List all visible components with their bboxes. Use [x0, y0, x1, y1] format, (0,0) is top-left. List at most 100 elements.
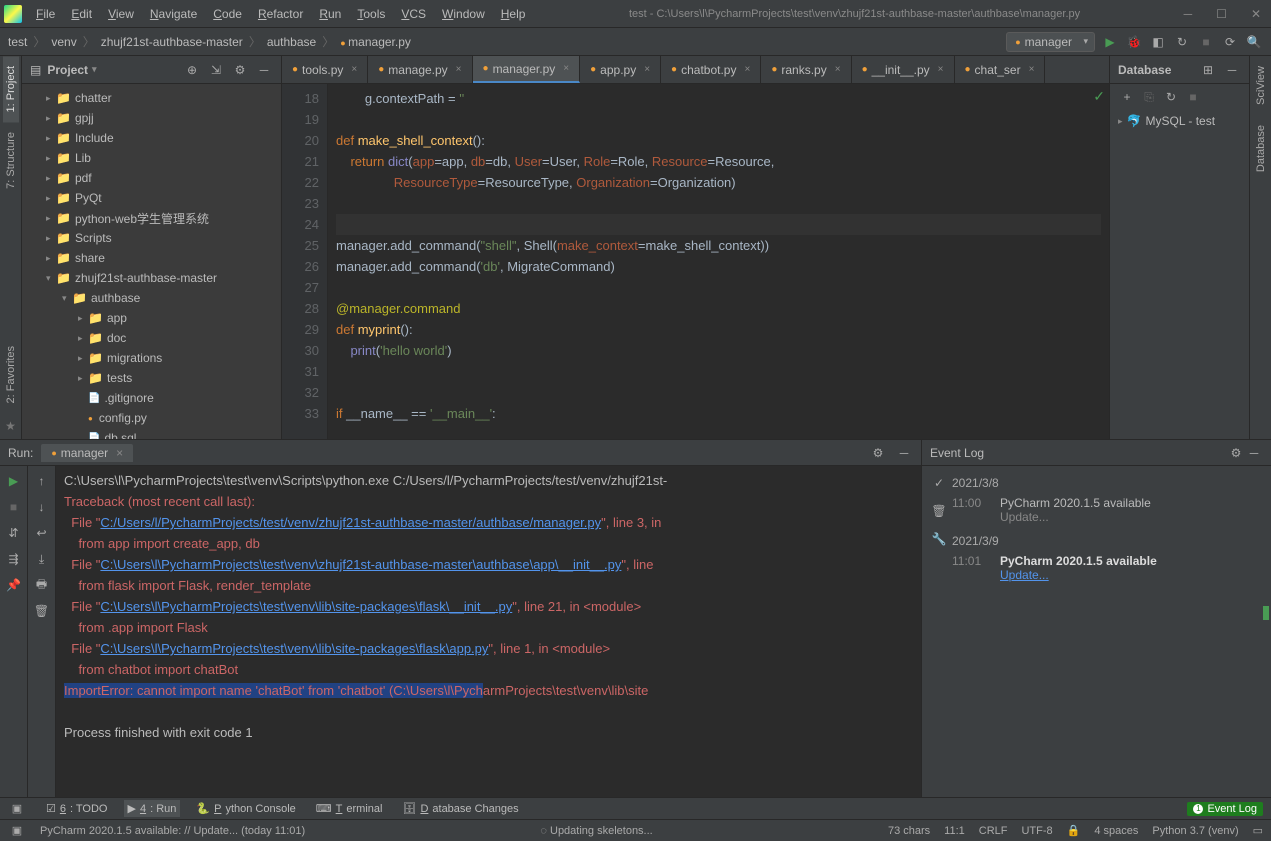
caret-position[interactable]: 11:1: [944, 825, 965, 837]
run-hide-icon[interactable]: ─: [895, 444, 913, 462]
close-button[interactable]: ✕: [1245, 5, 1267, 23]
python-interpreter[interactable]: Python 3.7 (venv): [1152, 825, 1238, 837]
code-content[interactable]: g.contextPath = '' def make_shell_contex…: [328, 84, 1109, 439]
git-update-button[interactable]: ⟳: [1221, 33, 1239, 51]
db-settings-icon[interactable]: ⊞: [1199, 61, 1217, 79]
tool-tab----structure[interactable]: 7: Structure: [3, 122, 19, 199]
up-stack-icon[interactable]: ↑: [33, 472, 51, 490]
code-editor[interactable]: ✓ 18 19 20 21 22 23 24 25 26 27 28 29 30…: [282, 84, 1109, 439]
close-tab-icon[interactable]: ×: [744, 64, 750, 75]
menu-help[interactable]: Help: [495, 5, 532, 23]
tool-tab----project[interactable]: 1: Project: [3, 56, 19, 122]
tree-item-app[interactable]: ▸📁app: [22, 308, 281, 328]
bottom-tab-6--todo[interactable]: ☑ 6: TODO: [42, 800, 112, 817]
locate-icon[interactable]: ⊕: [183, 61, 201, 79]
close-tab-icon[interactable]: ×: [644, 64, 650, 75]
event-clear-icon[interactable]: 🗑: [930, 502, 948, 520]
menu-file[interactable]: File: [30, 5, 61, 23]
menu-tools[interactable]: Tools: [351, 5, 391, 23]
event-log-button[interactable]: 1 Event Log: [1187, 802, 1263, 816]
editor-tab-app-py[interactable]: ●app.py×: [580, 56, 661, 83]
tree-item-pyqt[interactable]: ▸📁PyQt: [22, 188, 281, 208]
tree-item-include[interactable]: ▸📁Include: [22, 128, 281, 148]
soft-wrap-icon[interactable]: ↩: [33, 524, 51, 542]
menu-edit[interactable]: Edit: [65, 5, 98, 23]
tree-item-zhujf21st-authbase-master[interactable]: ▾📁zhujf21st-authbase-master: [22, 268, 281, 288]
collapse-all-icon[interactable]: ⇲: [207, 61, 225, 79]
tree-item-lib[interactable]: ▸📁Lib: [22, 148, 281, 168]
menu-code[interactable]: Code: [207, 5, 248, 23]
tree-item--gitignore[interactable]: 📄.gitignore: [22, 388, 281, 408]
close-tab-icon[interactable]: ×: [351, 64, 357, 75]
close-tab-icon[interactable]: ×: [563, 63, 569, 74]
stop-button[interactable]: ■: [1197, 33, 1215, 51]
run-tab[interactable]: ● manager ×: [41, 444, 133, 462]
menu-view[interactable]: View: [102, 5, 140, 23]
run-configuration-selector[interactable]: ● manager: [1006, 32, 1095, 52]
duplicate-icon[interactable]: ⎘: [1140, 88, 1158, 106]
background-task[interactable]: ◌ Updating skeletons...: [540, 825, 652, 837]
tree-item-config-py[interactable]: config.py: [22, 408, 281, 428]
bottom-tab-4--run[interactable]: ▶ 4: Run: [124, 800, 181, 817]
menu-window[interactable]: Window: [436, 5, 491, 23]
bottom-tab-terminal[interactable]: ⌨ Terminal: [312, 800, 387, 817]
search-everywhere-button[interactable]: 🔍: [1245, 33, 1263, 51]
tool-tab----favorites[interactable]: 2: Favorites: [3, 336, 19, 413]
editor-tab-ranks-py[interactable]: ●ranks.py×: [761, 56, 851, 83]
tree-item-doc[interactable]: ▸📁doc: [22, 328, 281, 348]
event-update-link[interactable]: Update...: [1000, 510, 1049, 524]
readonly-lock-icon[interactable]: 🔒: [1067, 824, 1081, 837]
rerun-icon[interactable]: ▶: [5, 472, 23, 490]
menu-run[interactable]: Run: [313, 5, 347, 23]
datasource-row[interactable]: ▸ 🐬 MySQL - test: [1110, 110, 1249, 132]
stop-run-icon[interactable]: ■: [5, 498, 23, 516]
editor-tab-manager-py[interactable]: ●manager.py×: [473, 56, 581, 83]
tool-tab-database[interactable]: Database: [1253, 115, 1269, 182]
pin-icon[interactable]: 📌: [5, 576, 23, 594]
tree-item-db-sql[interactable]: 📄db.sql: [22, 428, 281, 439]
close-tab-icon[interactable]: ×: [116, 446, 123, 460]
breadcrumb-item[interactable]: test: [8, 35, 27, 49]
tool-tab-sciview[interactable]: SciView: [1253, 56, 1269, 115]
hide-icon[interactable]: ─: [255, 61, 273, 79]
add-datasource-icon[interactable]: +: [1118, 88, 1136, 106]
settings-icon[interactable]: ⚙: [231, 61, 249, 79]
print-icon[interactable]: 🖶: [33, 576, 51, 594]
clear-icon[interactable]: 🗑: [33, 602, 51, 620]
tool-windows-icon[interactable]: ▣: [8, 800, 26, 818]
event-settings-icon[interactable]: ⚙: [1227, 444, 1245, 462]
db-hide-icon[interactable]: ─: [1223, 61, 1241, 79]
editor-tab-chatbot-py[interactable]: ●chatbot.py×: [661, 56, 761, 83]
status-menu-icon[interactable]: ▣: [8, 822, 26, 840]
tree-item-tests[interactable]: ▸📁tests: [22, 368, 281, 388]
close-tab-icon[interactable]: ×: [835, 64, 841, 75]
event-update-link[interactable]: Update...: [1000, 568, 1049, 582]
tree-item-gpjj[interactable]: ▸📁gpjj: [22, 108, 281, 128]
tree-item-migrations[interactable]: ▸📁migrations: [22, 348, 281, 368]
file-encoding[interactable]: UTF-8: [1021, 825, 1052, 837]
minimize-button[interactable]: ─: [1178, 5, 1199, 23]
tree-item-scripts[interactable]: ▸📁Scripts: [22, 228, 281, 248]
close-tab-icon[interactable]: ×: [456, 64, 462, 75]
editor-tab-manage-py[interactable]: ●manage.py×: [368, 56, 472, 83]
restore-layout-icon[interactable]: ⇶: [5, 550, 23, 568]
tree-item-authbase[interactable]: ▾📁authbase: [22, 288, 281, 308]
editor-tab---init---py[interactable]: ●__init__.py×: [852, 56, 955, 83]
editor-tab-tools-py[interactable]: ●tools.py×: [282, 56, 368, 83]
console-output[interactable]: C:\Users\l\PycharmProjects\test\venv\Scr…: [56, 466, 921, 797]
tree-item-share[interactable]: ▸📁share: [22, 248, 281, 268]
breadcrumb-item[interactable]: authbase: [267, 35, 316, 49]
close-tab-icon[interactable]: ×: [938, 64, 944, 75]
run-settings-icon[interactable]: ⚙: [869, 444, 887, 462]
editor-tab-chat-ser[interactable]: ●chat_ser×: [955, 56, 1046, 83]
tree-item-python-web------[interactable]: ▸📁python-web学生管理系统: [22, 208, 281, 228]
event-config-icon[interactable]: 🔧: [930, 530, 948, 548]
indent-widget[interactable]: 4 spaces: [1094, 825, 1138, 837]
breadcrumb-item[interactable]: venv: [51, 35, 76, 49]
layout-icon[interactable]: ⇵: [5, 524, 23, 542]
menu-vcs[interactable]: VCS: [395, 5, 432, 23]
stop-db-icon[interactable]: ■: [1184, 88, 1202, 106]
profile-button[interactable]: ↻: [1173, 33, 1191, 51]
down-stack-icon[interactable]: ↓: [33, 498, 51, 516]
bottom-tab-database-changes[interactable]: 🗄 Database Changes: [398, 800, 522, 817]
